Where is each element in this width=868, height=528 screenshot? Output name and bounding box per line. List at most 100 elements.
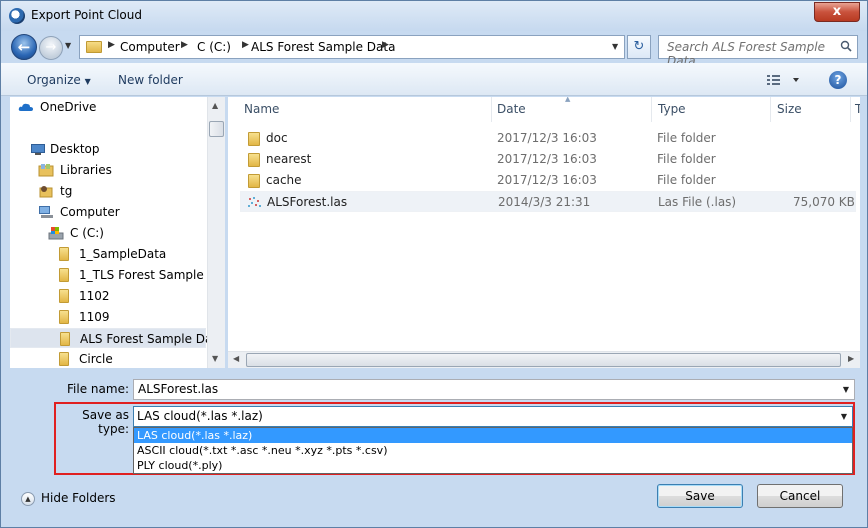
nav-item-label: ALS Forest Sample Data [80,332,225,346]
nav-item-label: 1_SampleData [79,247,167,261]
chevron-right-icon[interactable]: ▶ [181,40,188,50]
save-type-dropdown: LAS cloud(*.las *.laz) ASCII cloud(*.txt… [133,427,853,474]
save-type-option[interactable]: LAS cloud(*.las *.laz) [134,428,852,443]
file-list: ▲ Name Date Type Size T doc 2017/12/3 16… [228,97,860,368]
chevron-right-icon[interactable]: ▶ [108,40,115,50]
chevron-up-icon: ▲ [21,492,35,506]
new-folder-button[interactable]: New folder [118,73,183,87]
file-type: File folder [657,152,716,166]
folder-icon [248,174,260,188]
window-title: Export Point Cloud [31,8,142,22]
breadcrumb-computer[interactable]: Computer [120,40,180,54]
address-bar[interactable]: ▶ Computer ▶ C (C:) ▶ ALS Forest Sample … [79,35,625,59]
refresh-button[interactable]: ↻ [627,35,651,59]
nav-item-drive-c[interactable]: C (C:) [48,223,104,243]
back-button[interactable]: ← [11,34,37,60]
file-row[interactable]: cache 2017/12/3 16:03 File folder [240,170,856,191]
nav-item-selected-folder[interactable]: ALS Forest Sample Data [10,328,224,348]
nav-item-folder[interactable]: 1_SampleData [59,244,167,264]
column-header-tags[interactable]: T [851,97,860,122]
file-date: 2017/12/3 16:03 [497,173,597,187]
nav-item-folder[interactable]: 1_TLS Forest Sample Dat [59,265,225,285]
folder-icon [59,289,69,303]
view-options-icon[interactable] [766,72,802,88]
file-type: Las File (.las) [658,195,737,209]
file-name: ALSForest.las [267,195,348,209]
scroll-down-icon[interactable]: ▼ [212,354,218,363]
file-date: 2017/12/3 16:03 [497,152,597,166]
file-row[interactable]: nearest 2017/12/3 16:03 File folder [240,149,856,170]
search-icon[interactable] [840,40,852,52]
column-header-type[interactable]: Type [652,97,771,122]
forward-button[interactable]: → [39,36,63,60]
file-name: nearest [266,152,312,166]
nav-item-folder[interactable]: Circle [59,349,113,368]
nav-item-label: Desktop [50,142,100,156]
search-input[interactable]: Search ALS Forest Sample Data [658,35,858,68]
nav-item-label: 1109 [79,310,110,324]
chevron-down-icon[interactable]: ▼ [841,412,847,421]
save-type-value: LAS cloud(*.las *.laz) [137,409,263,423]
command-bar: Organize ▼ New folder ? [1,63,867,96]
drive-icon [48,227,64,240]
nav-item-label: 1_TLS Forest Sample Dat [79,268,225,282]
scrollbar-thumb[interactable] [209,121,224,137]
save-type-option[interactable]: PLY cloud(*.ply) [134,458,852,473]
libraries-icon [38,164,54,177]
chevron-down-icon[interactable]: ▼ [612,42,618,51]
nav-item-libraries[interactable]: Libraries [38,160,112,180]
file-size: 75,070 KB [793,195,855,209]
nav-item-label: Circle [79,352,113,366]
nav-item-tg[interactable]: tg [39,181,72,201]
save-type-select[interactable]: LAS cloud(*.las *.laz) ▼ [133,406,853,427]
chevron-right-icon[interactable]: ▶ [382,40,389,50]
nav-item-computer[interactable]: Computer [39,202,120,222]
file-name: doc [266,131,288,145]
breadcrumb-folder[interactable]: ALS Forest Sample Data [251,40,395,54]
export-dialog: Export Point Cloud x ← → ▼ ▶ Computer ▶ … [0,0,868,528]
computer-icon [39,206,53,218]
nav-item-folder[interactable]: 1109 [59,307,110,327]
chevron-down-icon: ▼ [84,77,91,86]
folder-icon [59,247,69,261]
save-type-option[interactable]: ASCII cloud(*.txt *.asc *.neu *.xyz *.pt… [134,443,852,458]
folder-icon [60,332,70,346]
nav-item-label: Libraries [60,163,112,177]
file-row-selected[interactable]: ALSForest.las 2014/3/3 21:31 Las File (.… [240,191,856,212]
scroll-left-icon[interactable]: ◀ [233,354,239,363]
chevron-down-icon[interactable]: ▼ [843,385,849,394]
folder-icon [86,41,102,53]
organize-button[interactable]: Organize ▼ [27,73,91,87]
column-header-name[interactable]: Name [228,97,492,122]
nav-item-label: C (C:) [70,226,104,240]
folder-icon [248,153,260,167]
column-header-date[interactable]: Date [492,97,652,122]
column-header-size[interactable]: Size [771,97,851,122]
hide-folders-button[interactable]: ▲ Hide Folders [21,491,116,506]
organize-label: Organize [27,73,81,87]
breadcrumb-drive[interactable]: C (C:) [197,40,231,54]
nav-scrollbar[interactable]: ▲ ▼ [207,97,225,368]
file-row[interactable]: doc 2017/12/3 16:03 File folder [240,128,856,149]
desktop-icon [31,144,45,155]
scrollbar-thumb[interactable] [246,353,841,367]
user-icon [39,186,53,198]
file-date: 2014/3/3 21:31 [498,195,591,209]
nav-item-folder[interactable]: 1102 [59,286,110,306]
save-button[interactable]: Save [657,484,743,508]
close-button[interactable]: x [814,2,860,22]
help-icon[interactable]: ? [829,71,847,89]
cloud-icon [18,103,33,111]
folder-icon [59,310,69,324]
chevron-right-icon[interactable]: ▶ [242,40,249,50]
nav-item-onedrive[interactable]: OneDrive [18,97,96,117]
las-file-icon [248,197,261,207]
cancel-button[interactable]: Cancel [757,484,843,508]
file-name-field[interactable]: ALSForest.las ▼ [133,379,855,400]
recent-pages-dropdown[interactable]: ▼ [65,41,71,50]
title-bar: Export Point Cloud x [1,1,867,31]
nav-item-desktop[interactable]: Desktop [31,139,100,159]
file-list-scrollbar[interactable]: ◀ ▶ [228,351,860,368]
scroll-up-icon[interactable]: ▲ [212,101,218,110]
scroll-right-icon[interactable]: ▶ [848,354,854,363]
